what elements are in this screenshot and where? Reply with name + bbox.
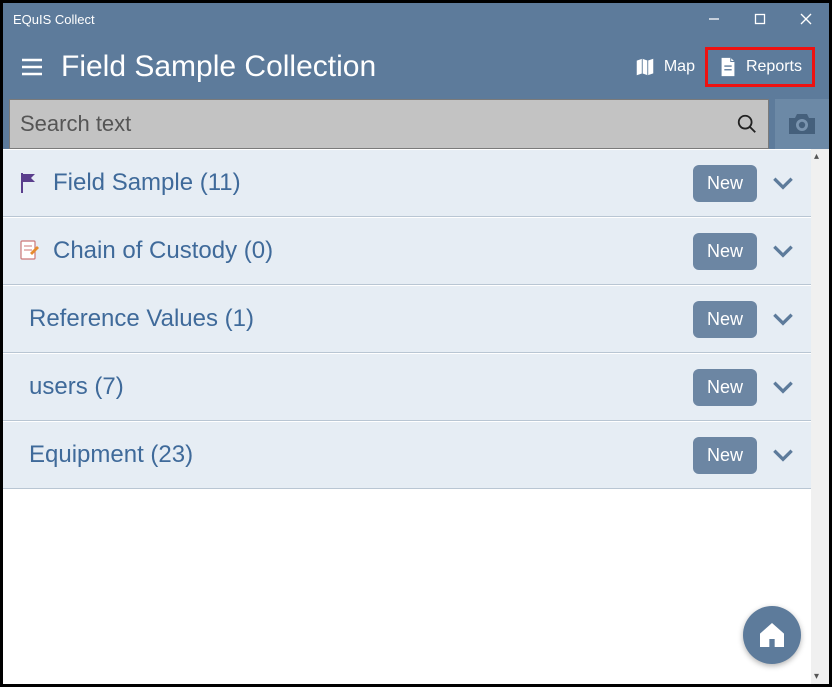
titlebar: EQuIS Collect (3, 3, 829, 35)
expand-toggle[interactable] (769, 306, 797, 332)
scroll-down-arrow[interactable]: ▾ (814, 671, 819, 682)
expand-toggle[interactable] (769, 238, 797, 264)
map-button[interactable]: Map (624, 50, 705, 84)
search-row (3, 99, 829, 149)
minimize-button[interactable] (691, 3, 737, 35)
list-item-label: Field Sample (11) (53, 169, 681, 197)
chevron-down-icon (770, 238, 796, 264)
list-item-label: users (7) (29, 373, 681, 401)
page-title: Field Sample Collection (61, 50, 624, 84)
expand-toggle[interactable] (769, 374, 797, 400)
camera-icon (787, 111, 817, 137)
window-frame: EQuIS Collect Field Sample Collection (0, 0, 832, 687)
list-item-label: Reference Values (1) (29, 305, 681, 333)
document-edit-icon (17, 240, 41, 262)
new-button[interactable]: New (693, 301, 757, 338)
camera-button[interactable] (775, 99, 829, 149)
list-item[interactable]: Equipment (23) New (3, 421, 811, 489)
home-button[interactable] (743, 606, 801, 664)
search-icon[interactable] (736, 113, 758, 135)
list-item[interactable]: Reference Values (1) New (3, 285, 811, 353)
expand-toggle[interactable] (769, 442, 797, 468)
flag-icon (17, 172, 41, 194)
close-button[interactable] (783, 3, 829, 35)
document-icon (718, 56, 738, 78)
new-button[interactable]: New (693, 437, 757, 474)
reports-button[interactable]: Reports (705, 47, 815, 87)
maximize-icon (754, 13, 766, 25)
chevron-down-icon (770, 306, 796, 332)
new-button[interactable]: New (693, 233, 757, 270)
minimize-icon (708, 13, 720, 25)
map-icon (634, 56, 656, 78)
search-box[interactable] (9, 99, 769, 149)
app-name: EQuIS Collect (13, 12, 691, 27)
body-area: Field Sample (11) New Chain of Custody (… (3, 149, 829, 684)
home-icon (756, 619, 788, 651)
menu-button[interactable] (17, 52, 47, 82)
chevron-down-icon (770, 374, 796, 400)
scroll-up-arrow[interactable]: ▴ (814, 151, 819, 162)
new-button[interactable]: New (693, 369, 757, 406)
new-button[interactable]: New (693, 165, 757, 202)
list-item[interactable]: users (7) New (3, 353, 811, 421)
chevron-down-icon (770, 170, 796, 196)
app-header: Field Sample Collection Map Reports (3, 35, 829, 99)
list-item[interactable]: Chain of Custody (0) New (3, 217, 811, 285)
search-input[interactable] (20, 111, 736, 137)
reports-label: Reports (746, 58, 802, 76)
maximize-button[interactable] (737, 3, 783, 35)
hamburger-icon (20, 55, 44, 79)
chevron-down-icon (770, 442, 796, 468)
list-item[interactable]: Field Sample (11) New (3, 149, 811, 217)
close-icon (800, 13, 812, 25)
list-item-label: Equipment (23) (29, 441, 681, 469)
category-list: Field Sample (11) New Chain of Custody (… (3, 149, 811, 684)
vertical-scrollbar[interactable]: ▴ ▾ (811, 149, 829, 684)
map-label: Map (664, 58, 695, 76)
list-item-label: Chain of Custody (0) (53, 237, 681, 265)
expand-toggle[interactable] (769, 170, 797, 196)
